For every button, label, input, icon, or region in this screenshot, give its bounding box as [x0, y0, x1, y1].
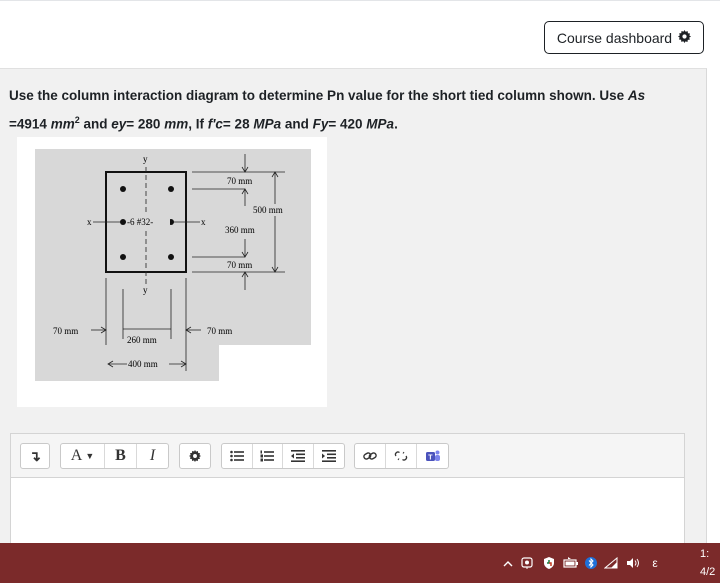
indent-icon[interactable]: [314, 444, 344, 468]
volume-icon[interactable]: [622, 557, 646, 569]
teams-icon[interactable]: T: [417, 444, 448, 468]
dim-70-top: 70 mm: [227, 176, 252, 186]
unlink-icon[interactable]: [386, 444, 417, 468]
toolbar-group-lists: [221, 443, 345, 469]
label-y-bottom: y: [143, 285, 148, 295]
label-x-left: x: [87, 217, 92, 227]
course-dashboard-button[interactable]: Course dashboard: [544, 21, 704, 54]
dim-360: 360 mm: [225, 225, 255, 235]
caret-down-icon: ▼: [85, 451, 95, 461]
italic-button[interactable]: I: [137, 444, 168, 468]
collapse-icon[interactable]: ↴: [21, 444, 49, 468]
wifi-icon[interactable]: [600, 557, 622, 569]
security-shield-icon[interactable]: [538, 556, 560, 570]
label-y-top: y: [143, 154, 148, 164]
dim-400: 400 mm: [128, 359, 158, 369]
clock-date: 4/2: [700, 566, 716, 578]
settings-icon[interactable]: [180, 444, 210, 468]
clock-time: 1:: [700, 548, 710, 560]
toolbar-group-links: T: [354, 443, 449, 469]
input-language-indicator[interactable]: ε: [646, 556, 664, 570]
dim-260: 260 mm: [127, 335, 157, 345]
font-color-button[interactable]: A ▼: [61, 444, 105, 468]
dim-70-left: 70 mm: [53, 326, 78, 336]
toolbar-group-settings: [179, 443, 211, 469]
answer-editor[interactable]: [10, 477, 685, 547]
outdent-icon[interactable]: [283, 444, 314, 468]
meet-now-icon[interactable]: [516, 556, 538, 570]
svg-text:T: T: [428, 454, 433, 461]
editor-toolbar: ↴ A ▼ B I T: [10, 433, 685, 477]
label-x-right: x: [201, 217, 206, 227]
gear-icon: [678, 29, 692, 46]
column-section-figure: y y x x -6 #32- 70 mm 500 mm 360 mm 70 m…: [35, 149, 311, 381]
chevron-up-icon[interactable]: [500, 560, 516, 567]
question-text: Use the column interaction diagram to de…: [9, 88, 646, 132]
top-divider: [0, 0, 720, 1]
dim-70-right: 70 mm: [207, 326, 232, 336]
course-dashboard-label: Course dashboard: [556, 29, 673, 46]
bars-label: -6 #32-: [127, 217, 153, 227]
battery-icon[interactable]: [560, 557, 582, 569]
dim-500: 500 mm: [253, 205, 283, 215]
bold-button[interactable]: B: [105, 444, 137, 468]
system-tray: ε: [500, 543, 664, 583]
toolbar-group-collapse: ↴: [20, 443, 50, 469]
toolbar-group-format: A ▼ B I: [60, 443, 169, 469]
link-icon[interactable]: [355, 444, 386, 468]
ordered-list-icon[interactable]: [253, 444, 283, 468]
dim-70-bottom: 70 mm: [227, 260, 252, 270]
taskbar-clock[interactable]: 1: 4/2: [700, 545, 720, 581]
bluetooth-icon[interactable]: [582, 556, 600, 570]
unordered-list-icon[interactable]: [222, 444, 253, 468]
windows-taskbar: ε 1: 4/2: [0, 543, 720, 583]
